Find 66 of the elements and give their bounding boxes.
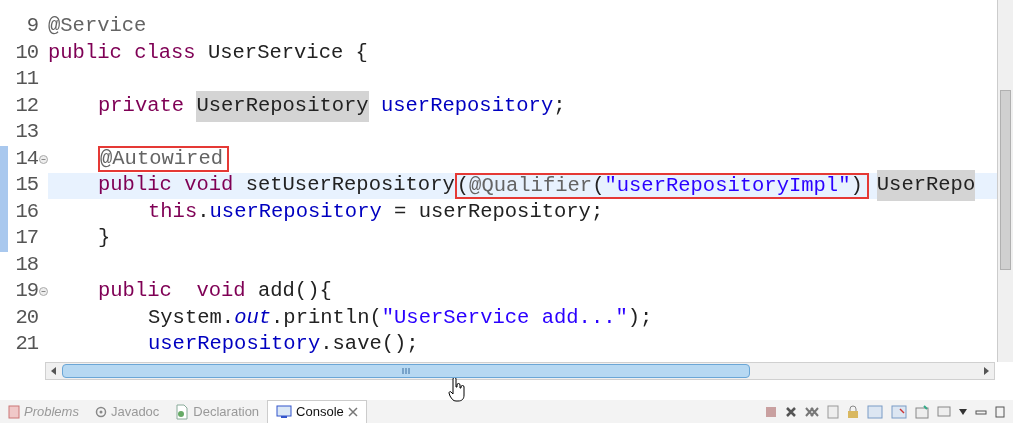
line-number: 16 — [15, 198, 38, 225]
code-token: ( — [592, 173, 605, 197]
code-token: UserRepo — [876, 170, 976, 202]
line-number: 19 — [15, 278, 38, 305]
code-token: System. — [148, 304, 235, 331]
code-token: UserService { — [206, 39, 368, 66]
line-number: 13 — [15, 119, 38, 146]
remove-all-icon[interactable] — [805, 405, 819, 418]
code-token: @Autowired — [100, 147, 224, 171]
code-token: setUserRepository — [244, 172, 455, 199]
code-token: @Qualifier — [469, 173, 593, 197]
code-token: void — [184, 172, 234, 199]
line-number: 18 — [15, 251, 38, 278]
code-token: @Service — [48, 13, 147, 40]
code-token: void — [196, 278, 246, 305]
code-token: public — [98, 278, 173, 305]
fold-icon[interactable] — [38, 287, 48, 297]
line-number: 15 — [15, 172, 38, 199]
code-token: class — [134, 39, 196, 66]
window-icon[interactable] — [891, 404, 907, 419]
scrollbar-thumb[interactable] — [62, 364, 750, 378]
close-icon[interactable] — [785, 405, 797, 418]
code-token: .save(); — [320, 331, 419, 358]
fold-icon[interactable] — [38, 154, 48, 164]
caret-icon[interactable] — [959, 408, 967, 415]
line-number: 20 — [15, 304, 38, 331]
code-token: .println( — [271, 304, 382, 331]
scrollbar-thumb[interactable] — [1000, 90, 1011, 270]
lock-icon[interactable] — [847, 404, 859, 419]
panel-tab[interactable]: Javadoc — [86, 400, 168, 423]
line-number: 9 — [26, 13, 38, 40]
ring-icon — [94, 405, 107, 418]
line-number: 10 — [15, 39, 38, 66]
code-token: = userRepository; — [393, 198, 604, 225]
code-token: ; — [553, 92, 566, 119]
line-number: 21 — [15, 331, 38, 358]
close-icon[interactable] — [347, 407, 358, 417]
panel-tab[interactable]: Declaration — [167, 400, 268, 423]
line-number: 17 — [15, 225, 38, 252]
stop-icon[interactable] — [765, 405, 777, 418]
code-token: "userRepositoryImpl" — [604, 173, 851, 197]
code-token: . — [197, 198, 210, 225]
maximize-icon[interactable] — [995, 405, 1005, 418]
code-token: } — [98, 225, 111, 252]
code-token: userRepository — [148, 331, 321, 358]
new-console-icon[interactable] — [915, 404, 929, 419]
code-token: this — [148, 198, 198, 225]
document-icon — [175, 403, 190, 420]
line-number: 12 — [15, 92, 38, 119]
code-token: out — [234, 304, 272, 331]
code-token: public — [98, 172, 173, 199]
code-token: ) — [850, 173, 863, 197]
code-token: ); — [627, 304, 653, 331]
code-token: userRepository — [209, 198, 382, 225]
code-token: public — [48, 39, 123, 66]
code-token: "UserService add..." — [381, 304, 628, 331]
line-number: 11 — [15, 66, 38, 93]
line-number: 14 — [15, 145, 38, 172]
code-token: userRepository — [379, 92, 554, 119]
monitor-icon — [276, 405, 293, 419]
code-token: ( — [456, 173, 470, 197]
panel-tab[interactable]: Console — [267, 400, 367, 423]
code-token: private — [98, 92, 186, 119]
code-token: add(){ — [256, 278, 332, 305]
code-token: UserRepository — [196, 90, 369, 122]
panel-tab[interactable]: Problems — [0, 400, 87, 423]
